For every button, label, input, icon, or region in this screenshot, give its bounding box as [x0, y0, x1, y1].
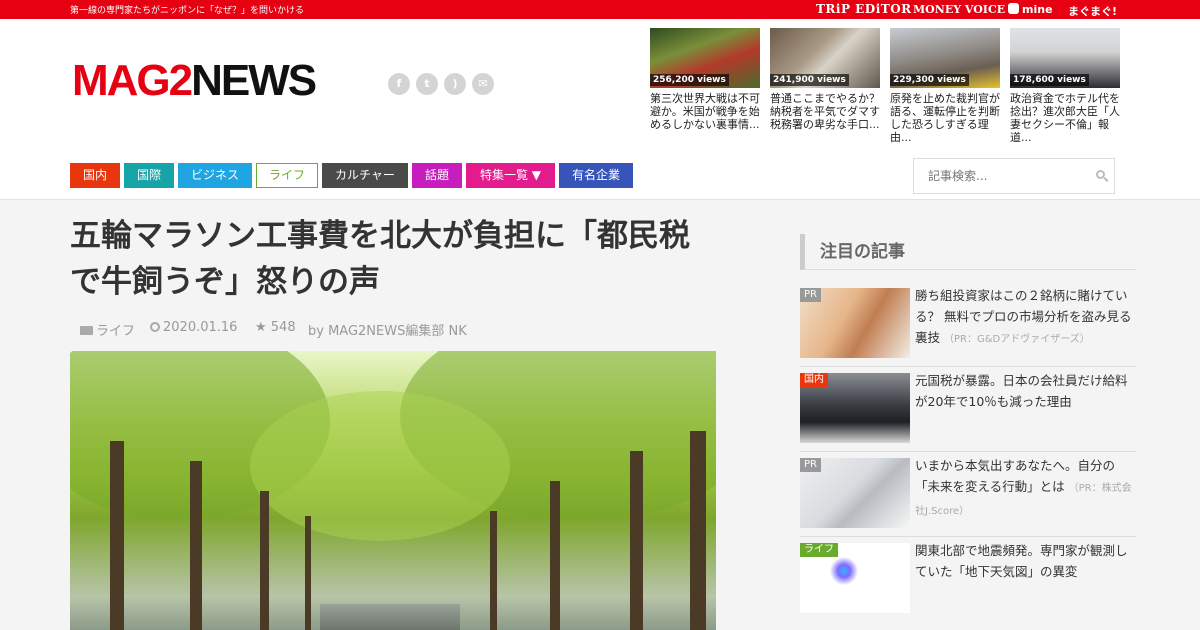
hero-tree-trunk — [260, 491, 269, 630]
search-box — [913, 158, 1115, 194]
divider — [800, 451, 1136, 452]
hero-tree-trunk — [110, 441, 124, 630]
rss-icon[interactable]: ) — [444, 73, 466, 95]
hero-tree-trunk — [690, 431, 706, 630]
hero-tree-trunk — [190, 461, 202, 630]
date-label: 2020.01.16 — [163, 320, 238, 335]
article-tag: PR — [800, 458, 821, 472]
hero-tree-trunk — [630, 451, 643, 630]
sponsor-label: （PR：G&Dアドヴァイザーズ） — [944, 334, 1090, 345]
logo-part-mag2: MAG2 — [72, 56, 193, 105]
divider — [800, 366, 1136, 367]
trending-thumbnail: 241,900 views — [770, 28, 880, 88]
partner-link-mag2[interactable]: まぐまぐ! — [1068, 3, 1117, 19]
view-count: 256,200 views — [650, 74, 729, 86]
trending-thumbnail: 178,600 views — [1010, 28, 1120, 88]
folder-icon — [80, 326, 93, 335]
sidebar-thumbnail: PR — [800, 458, 910, 528]
clock-icon — [150, 322, 160, 332]
divider — [800, 536, 1136, 537]
search-icon[interactable] — [1096, 170, 1105, 179]
nav-international[interactable]: 国際 — [124, 163, 174, 188]
nav-topics[interactable]: 話題 — [412, 163, 462, 188]
facebook-icon[interactable]: f — [388, 73, 410, 95]
partner-link-money-voice[interactable]: MONEY VOICE — [913, 3, 1005, 16]
mail-icon[interactable]: ✉ — [472, 73, 494, 95]
mine-logo-icon — [1008, 3, 1019, 14]
top-bar: 第一線の専門家たちがニッポンに「なぜ？」を問いかける TRiP EDiTOR M… — [0, 0, 1200, 19]
twitter-icon[interactable]: t — [416, 73, 438, 95]
hero-foliage — [250, 391, 510, 541]
article-tag: 国内 — [800, 373, 828, 387]
sidebar-heading: 注目の記事 — [800, 234, 1136, 270]
article-tag: PR — [800, 288, 821, 302]
search-input[interactable] — [914, 159, 1084, 193]
sidebar-thumbnail: ライフ — [800, 543, 910, 613]
logo-part-news: NEWS — [191, 56, 317, 105]
article-category[interactable]: ライフ — [80, 320, 135, 339]
hero-tree-trunk — [550, 481, 560, 630]
site-logo[interactable]: MAG2NEWS — [72, 56, 317, 105]
hero-tree-trunk — [305, 516, 311, 630]
hero-tree-trunk — [490, 511, 497, 630]
partner-link-mine[interactable]: mine — [1008, 3, 1053, 16]
nav-features-dropdown[interactable]: 特集一覧 ▼ — [466, 163, 555, 188]
trending-title: 普通ここまでやるか？納税者を平気でダマす税務署の卑劣な手口... — [770, 92, 880, 131]
trending-thumbnail: 229,300 views — [890, 28, 1000, 88]
view-count: 241,900 views — [770, 74, 849, 86]
sidebar-article-title: 元国税が暴露。日本の会社員だけ給料が20年で10％も減った理由 — [915, 373, 1128, 409]
partner-label-mine: mine — [1022, 3, 1053, 16]
category-label: ライフ — [96, 324, 136, 339]
nav-domestic[interactable]: 国内 — [70, 163, 120, 188]
view-count: 178,600 views — [1010, 74, 1089, 86]
article-headline: 五輪マラソン工事費を北大が負担に「都民税で牛飼うぞ」怒りの声 — [70, 218, 690, 300]
sidebar-thumbnail: PR — [800, 288, 910, 358]
article-author: by MAG2NEWS編集部 NK — [308, 324, 467, 339]
nav-business[interactable]: ビジネス — [178, 163, 252, 188]
nav-culture[interactable]: カルチャー — [322, 163, 408, 188]
partner-link-trip-editor[interactable]: TRiP EDiTOR — [816, 2, 912, 16]
article-stars: ★ 548 — [255, 320, 296, 335]
article-tag: ライフ — [800, 543, 838, 557]
nav-life[interactable]: ライフ — [256, 163, 318, 188]
hero-image — [70, 351, 716, 630]
article-date: 2020.01.16 — [150, 320, 237, 335]
trending-article[interactable]: 256,200 views 第三次世界大戦は不可避か。米国が戦争を始めるしかない… — [650, 28, 760, 144]
trending-article[interactable]: 178,600 views 政治資金でホテル代を捻出？進次郎大臣「人妻セクシー不… — [1010, 28, 1120, 144]
trending-title: 第三次世界大戦は不可避か。米国が戦争を始めるしかない裏事情... — [650, 92, 760, 131]
trending-thumbnail: 256,200 views — [650, 28, 760, 88]
hero-road — [320, 604, 460, 630]
trending-article[interactable]: 229,300 views 原発を止めた裁判官が語る、運転停止を判断した恐ろしす… — [890, 28, 1000, 144]
trending-title: 原発を止めた裁判官が語る、運転停止を判断した恐ろしすぎる理由... — [890, 92, 1000, 144]
site-tagline: 第一線の専門家たちがニッポンに「なぜ？」を問いかける — [70, 6, 305, 16]
view-count: 229,300 views — [890, 74, 969, 86]
sidebar-article-title: 関東北部で地震頻発。専門家が観測していた「地下天気図」の異変 — [915, 543, 1128, 579]
trending-title: 政治資金でホテル代を捻出？進次郎大臣「人妻セクシー不倫」報道... — [1010, 92, 1120, 144]
trending-article[interactable]: 241,900 views 普通ここまでやるか？納税者を平気でダマす税務署の卑劣… — [770, 28, 880, 144]
sidebar-thumbnail: 国内 — [800, 373, 910, 443]
nav-companies[interactable]: 有名企業 — [559, 163, 633, 188]
